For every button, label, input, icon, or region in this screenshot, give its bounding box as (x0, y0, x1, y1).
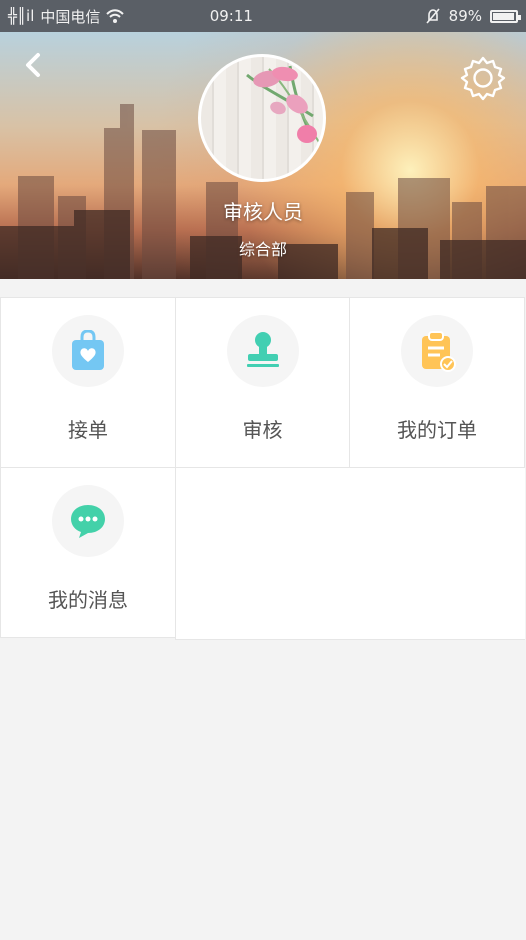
tulip-photo (246, 65, 323, 148)
back-button[interactable] (20, 50, 48, 80)
signal-text: ╬║il (8, 7, 35, 25)
menu-label-accept-order: 接单 (68, 418, 108, 442)
menu-icon-circle (52, 485, 124, 557)
menu-item-review[interactable]: 审核 (175, 297, 350, 468)
device-status: 89% (425, 7, 521, 25)
menu-icon-circle (401, 315, 473, 387)
profile-header: 审核人员 综合部 (0, 32, 526, 279)
clipboard-check-icon (422, 331, 456, 372)
mute-bell-icon (426, 8, 440, 24)
function-menu: 接单 审核 我的订单 我的消息 (0, 297, 526, 640)
battery-fill (493, 12, 515, 20)
department-name: 综合部 (238, 240, 287, 259)
clock: 09:11 (209, 7, 253, 25)
menu-icon-circle (52, 315, 124, 387)
message-bubble-icon (71, 505, 105, 538)
menu-label-review: 审核 (242, 418, 283, 442)
empty-menu-area (175, 467, 525, 640)
battery-icon (490, 9, 521, 23)
menu-item-my-orders[interactable]: 我的订单 (349, 297, 525, 468)
menu-item-my-messages[interactable]: 我的消息 (0, 467, 176, 638)
battery-percent: 89% (448, 7, 482, 25)
user-name: 审核人员 (223, 200, 303, 224)
menu-label-my-messages: 我的消息 (48, 588, 128, 612)
status-bar: ╬║il 中国电信 09:11 89% (0, 0, 526, 32)
shopping-bag-heart-icon (72, 330, 104, 370)
settings-gear-icon[interactable] (460, 55, 506, 101)
stamp-icon (246, 332, 279, 367)
menu-icon-circle (226, 315, 299, 387)
menu-label-my-orders: 我的订单 (397, 418, 477, 442)
menu-item-accept-order[interactable]: 接单 (0, 297, 176, 468)
avatar[interactable] (198, 54, 326, 182)
